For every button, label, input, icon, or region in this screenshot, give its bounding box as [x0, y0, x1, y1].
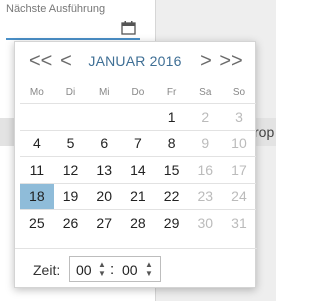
day-cell[interactable]: 26 — [54, 210, 88, 237]
week-row: 1 2 3 — [20, 104, 256, 131]
day-cell-weekend: 17 — [231, 161, 247, 178]
day-cell[interactable]: 5 — [54, 131, 88, 157]
calendar-icon[interactable] — [121, 21, 136, 35]
week-row: 4 5 6 7 8 9 10 — [20, 131, 256, 157]
next-year-button[interactable]: >> — [219, 50, 243, 72]
day-cell-weekend: 23 — [197, 188, 214, 205]
time-separator: : — [110, 261, 115, 278]
week-row: 18 19 20 21 22 23 24 — [20, 183, 256, 210]
day-cell-weekend: 9 — [201, 135, 210, 152]
day-cell[interactable]: 19 — [54, 184, 88, 210]
weekday-header: Mi — [98, 87, 110, 98]
day-cell-selected[interactable]: 18 — [20, 183, 54, 209]
day-cell[interactable]: 25 — [20, 210, 54, 237]
day-cell[interactable]: 1 — [155, 104, 189, 130]
day-cell[interactable]: 15 — [155, 157, 189, 183]
day-cell-weekend: 2 — [201, 108, 210, 125]
date-field-label: Nächste Ausführung — [6, 3, 106, 15]
datepicker-nav: << < JANUAR 2016 > >> — [15, 42, 257, 80]
time-input[interactable]: 00 ▲ ▼ : 00 ▲ ▼ — [69, 256, 161, 282]
day-cell[interactable]: 20 — [87, 184, 121, 210]
week-row: 25 26 27 28 29 30 31 — [20, 210, 256, 237]
day-cell-weekend: 10 — [231, 135, 247, 152]
day-cell[interactable]: 6 — [87, 131, 121, 157]
weekday-header: So — [232, 87, 246, 98]
day-cell-empty — [54, 104, 88, 130]
weekday-header: Di — [65, 87, 76, 98]
day-cell[interactable]: 13 — [87, 157, 121, 183]
day-cell-empty — [20, 104, 54, 130]
prev-year-button[interactable]: << — [29, 50, 52, 72]
day-cell[interactable]: 7 — [121, 131, 155, 157]
background-partial-text: rop — [254, 124, 275, 140]
minutes-up-icon[interactable]: ▲ — [143, 260, 155, 269]
day-cell-weekend: 31 — [231, 215, 247, 232]
minutes-field[interactable]: 00 — [122, 262, 138, 278]
day-cell[interactable]: 21 — [121, 184, 155, 210]
day-cell-empty — [121, 104, 155, 130]
day-cell[interactable]: 12 — [54, 157, 88, 183]
datepicker-popup: << < JANUAR 2016 > >> Mo Di Mi Do Fr Sa … — [14, 41, 257, 288]
minutes-stepper[interactable]: ▲ ▼ — [143, 260, 155, 278]
day-cell[interactable]: 4 — [20, 131, 54, 157]
weekday-header-row: Mo Di Mi Do Fr Sa So — [20, 82, 256, 104]
hours-up-icon[interactable]: ▲ — [96, 260, 108, 269]
day-cell[interactable]: 11 — [20, 157, 54, 183]
day-cell-weekend: 16 — [197, 161, 214, 178]
day-cell[interactable]: 29 — [155, 210, 189, 237]
day-cell-empty — [87, 104, 121, 130]
hours-field[interactable]: 00 — [76, 262, 92, 278]
day-cell[interactable]: 8 — [155, 131, 189, 157]
calendar-grid: Mo Di Mi Do Fr Sa So 1 2 3 4 5 6 7 8 9 1… — [20, 82, 256, 237]
time-label: Zeit: — [33, 262, 61, 278]
day-cell[interactable]: 27 — [87, 210, 121, 237]
weekday-header: Sa — [199, 87, 212, 98]
week-row: 11 12 13 14 15 16 17 — [20, 157, 256, 184]
weekday-header: Do — [131, 87, 145, 98]
day-cell[interactable]: 28 — [121, 210, 155, 237]
weekday-header: Fr — [166, 87, 177, 98]
hours-down-icon[interactable]: ▼ — [96, 269, 108, 278]
month-year-title[interactable]: JANUAR 2016 — [71, 53, 199, 69]
date-field-underline — [6, 38, 140, 40]
weekday-header: Mo — [29, 87, 44, 98]
day-cell[interactable]: 14 — [121, 157, 155, 183]
time-row: Zeit: 00 ▲ ▼ : 00 ▲ ▼ — [15, 248, 257, 288]
minutes-down-icon[interactable]: ▼ — [143, 269, 155, 278]
hours-stepper[interactable]: ▲ ▼ — [96, 260, 108, 278]
day-cell-weekend: 3 — [235, 108, 243, 125]
day-cell[interactable]: 22 — [155, 184, 189, 210]
day-cell-weekend: 30 — [197, 215, 214, 232]
next-month-button[interactable]: > — [197, 50, 215, 72]
day-cell-weekend: 24 — [231, 188, 247, 205]
